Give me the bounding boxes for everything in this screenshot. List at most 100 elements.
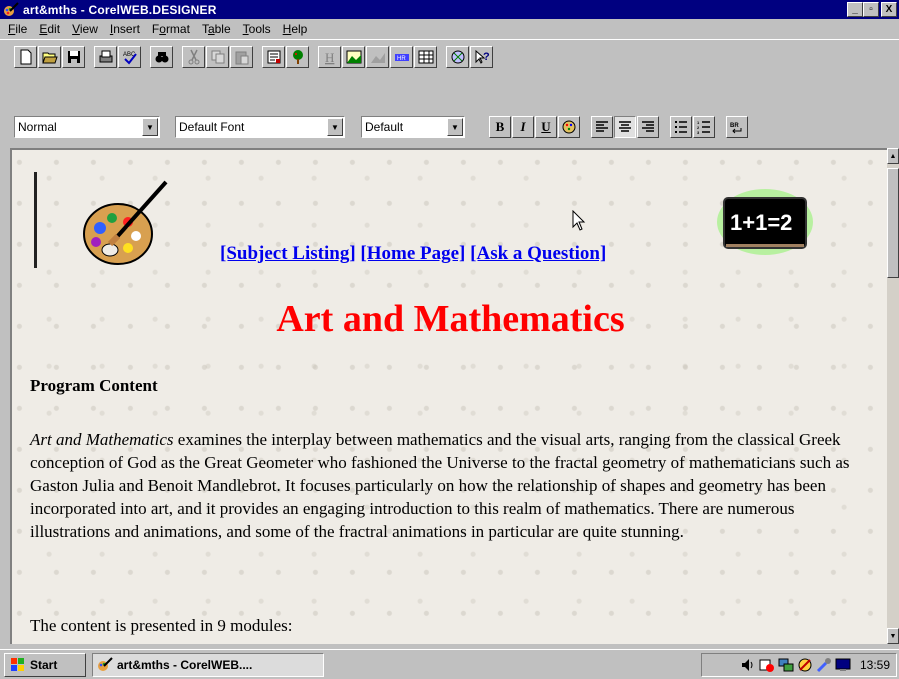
scheduler-icon[interactable] xyxy=(759,657,775,673)
chevron-down-icon[interactable]: ▼ xyxy=(327,118,343,136)
print-button[interactable] xyxy=(94,45,117,68)
window-title: art&mths - CorelWEB.DESIGNER xyxy=(23,2,217,17)
taskbar-app-button[interactable]: art&mths - CorelWEB.... xyxy=(92,652,324,677)
font-value: Default Font xyxy=(179,120,245,134)
bullet-list-button[interactable] xyxy=(670,116,692,138)
chevron-down-icon[interactable]: ▼ xyxy=(142,118,158,136)
context-help-button[interactable]: ? xyxy=(470,45,493,68)
save-button[interactable] xyxy=(62,45,85,68)
chevron-down-icon: ▼ xyxy=(889,632,897,640)
format-controls: Normal ▼ Default Font ▼ Default ▼ B I U … xyxy=(14,116,749,138)
insert-table-button[interactable] xyxy=(414,45,437,68)
tree-button[interactable] xyxy=(286,45,309,68)
paragraph-style-select[interactable]: Normal ▼ xyxy=(14,116,160,138)
home-page-link[interactable]: [Home Page] xyxy=(360,243,465,264)
context-help-icon: ? xyxy=(475,49,490,64)
vertical-scrollbar[interactable]: ▲ ▼ xyxy=(887,148,899,644)
ask-question-link[interactable]: [Ask a Question] xyxy=(470,243,606,264)
modules-intro-paragraph: The content is presented in 9 modules: xyxy=(30,616,293,635)
menu-edit[interactable]: Edit xyxy=(33,22,66,36)
spellcheck-button[interactable]: ABC xyxy=(118,45,141,68)
app-icon xyxy=(4,1,19,16)
menu-bar: File Edit View Insert Format Table Tools… xyxy=(0,19,899,39)
menu-file[interactable]: File xyxy=(2,22,33,36)
insert-image-button[interactable] xyxy=(342,45,365,68)
numbered-list-button[interactable]: 123 xyxy=(693,116,715,138)
text-color-button[interactable] xyxy=(558,116,580,138)
image-icon xyxy=(346,50,361,63)
print-icon xyxy=(99,50,112,62)
page: 1+1=2 [Subject Listing] [Home Page] [Ask… xyxy=(12,150,887,644)
menu-table[interactable]: Table xyxy=(196,22,237,36)
underline-button[interactable]: U xyxy=(535,116,557,138)
font-select[interactable]: Default Font ▼ xyxy=(175,116,345,138)
menu-view[interactable]: View xyxy=(66,22,104,36)
open-button[interactable] xyxy=(38,45,61,68)
speaker-icon[interactable] xyxy=(740,657,756,673)
menu-help[interactable]: Help xyxy=(277,22,314,36)
display-settings-icon[interactable] xyxy=(797,657,813,673)
menu-format[interactable]: Format xyxy=(146,22,196,36)
network-icon[interactable] xyxy=(778,657,794,673)
scrollbar-thumb[interactable] xyxy=(887,168,899,278)
line-break-button[interactable]: BR xyxy=(726,116,748,138)
align-right-button[interactable] xyxy=(637,116,659,138)
open-icon xyxy=(41,52,58,63)
close-button[interactable]: X xyxy=(881,2,897,17)
paste-button[interactable] xyxy=(230,45,253,68)
svg-text:3: 3 xyxy=(697,130,700,134)
document-view[interactable]: 1+1=2 [Subject Listing] [Home Page] [Ask… xyxy=(10,148,887,644)
bold-button[interactable]: B xyxy=(489,116,511,138)
tools-icon[interactable] xyxy=(816,657,832,673)
chalkboard-equation: 1+1=2 xyxy=(730,210,792,235)
new-icon xyxy=(20,49,31,64)
nav-links: [Subject Listing] [Home Page] [Ask a Que… xyxy=(220,243,606,265)
copy-icon xyxy=(211,50,224,63)
minimize-button[interactable]: _ xyxy=(847,2,863,17)
chevron-down-icon[interactable]: ▼ xyxy=(447,118,463,136)
restore-icon: ▫ xyxy=(869,3,873,15)
tree-icon xyxy=(292,49,303,64)
scroll-up-button[interactable]: ▲ xyxy=(887,148,899,164)
horizontal-rule-button[interactable]: HR xyxy=(390,45,413,68)
clock: 13:59 xyxy=(859,658,890,672)
heading-button[interactable]: H xyxy=(318,45,341,68)
svg-text:HR: HR xyxy=(397,56,406,62)
copy-button[interactable] xyxy=(206,45,229,68)
start-button[interactable]: Start xyxy=(4,652,86,677)
find-button[interactable] xyxy=(150,45,173,68)
chalkboard-image: 1+1=2 xyxy=(717,189,813,255)
new-button[interactable] xyxy=(14,45,37,68)
form-button[interactable] xyxy=(262,45,285,68)
italic-icon: I xyxy=(520,119,526,134)
line-break-icon: BR xyxy=(730,123,742,134)
maximize-button[interactable]: ▫ xyxy=(863,2,879,17)
multimedia-button[interactable] xyxy=(446,45,469,68)
align-left-button[interactable] xyxy=(591,116,613,138)
program-content-paragraph: Art and Mathematics examines the interpl… xyxy=(30,428,875,543)
heading-icon: H xyxy=(325,50,334,65)
font-size-value: Default xyxy=(365,120,404,134)
image-map-button[interactable] xyxy=(366,45,389,68)
bullet-list-icon xyxy=(675,121,687,133)
chevron-up-icon: ▲ xyxy=(889,152,897,160)
cut-button[interactable] xyxy=(182,45,205,68)
monitor-icon[interactable] xyxy=(835,657,851,673)
close-icon: X xyxy=(885,3,893,15)
cut-icon xyxy=(188,49,199,64)
subject-listing-link[interactable]: [Subject Listing] xyxy=(220,243,356,264)
italic-button[interactable]: I xyxy=(512,116,534,138)
paragraph-style-value: Normal xyxy=(18,120,57,134)
title-bar[interactable]: art&mths - CorelWEB.DESIGNER _ ▫ X xyxy=(0,0,899,19)
spellcheck-icon: ABC xyxy=(123,52,137,65)
minimize-icon: _ xyxy=(852,3,858,15)
align-center-button[interactable] xyxy=(614,116,636,138)
palette-image xyxy=(83,180,168,265)
menu-tools[interactable]: Tools xyxy=(237,22,277,36)
scroll-down-button[interactable]: ▼ xyxy=(887,628,899,644)
underline-icon: U xyxy=(541,119,551,134)
font-size-select[interactable]: Default ▼ xyxy=(361,116,465,138)
system-tray: 13:59 xyxy=(701,653,897,677)
menu-insert[interactable]: Insert xyxy=(104,22,146,36)
multimedia-icon xyxy=(451,50,464,63)
